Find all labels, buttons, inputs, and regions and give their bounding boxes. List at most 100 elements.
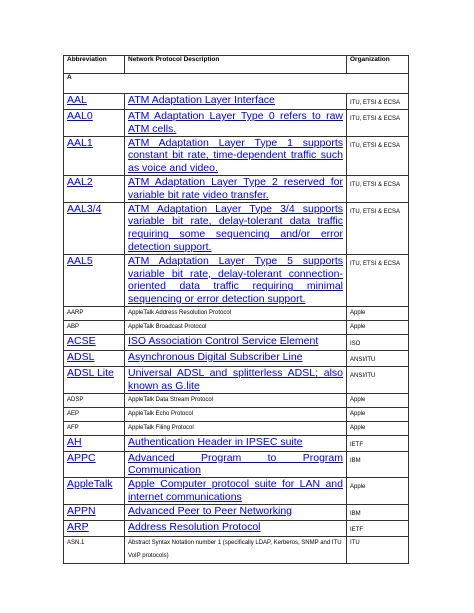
table-row: AAL1 ATM Adaptation Layer Type 1 supports… bbox=[63, 135, 409, 176]
abbreviation-link[interactable]: ACSE bbox=[67, 335, 96, 347]
section-row: A bbox=[63, 73, 409, 94]
description-link[interactable]: ATM Adaptation Layer Interface bbox=[128, 95, 275, 107]
abbreviation-cell: AAL0 bbox=[63, 109, 125, 137]
organization-cell: ANSI/ITU bbox=[346, 349, 409, 367]
abbreviation-cell: AFP bbox=[63, 420, 125, 436]
description-link[interactable]: Apple Computer protocol suite for LAN an… bbox=[128, 479, 343, 503]
description-link[interactable]: Advanced Peer to Peer Networking bbox=[128, 505, 292, 517]
table-row: AppleTalk Apple Computer protocol suite f… bbox=[63, 477, 409, 505]
abbreviation-link[interactable]: AAL1 bbox=[67, 137, 93, 148]
table-row: AAL0 ATM Adaptation Layer Type 0 refers t… bbox=[63, 109, 409, 137]
description-cell: Apple Computer protocol suite for LAN an… bbox=[124, 477, 347, 505]
abbreviation-cell: AAL bbox=[63, 93, 125, 110]
header-organization: Organization bbox=[346, 55, 409, 74]
organization-cell: Apple bbox=[346, 420, 409, 436]
organization-cell: ITU, ETSI & ECSA bbox=[346, 174, 409, 203]
table-row: AAL2 ATM Adaptation Layer Type 2 reserved… bbox=[63, 174, 409, 203]
organization-cell: ITU bbox=[346, 535, 409, 564]
organization-cell: ITU, ETSI & ECSA bbox=[346, 93, 409, 110]
abbreviation-cell: AAL3/4 bbox=[63, 201, 125, 255]
abbreviation-cell: AAL5 bbox=[63, 253, 125, 307]
table-row: AAL3/4 ATM Adaptation Layer Type 3/4 supp… bbox=[63, 201, 409, 255]
abbreviation-cell: AEP bbox=[63, 406, 125, 422]
abbreviation-link[interactable]: AAL5 bbox=[67, 255, 93, 266]
table-row: AAL5 ATM Adaptation Layer Type 5 supports… bbox=[63, 253, 409, 307]
organization-cell: IETF bbox=[346, 434, 409, 452]
abbreviation-link[interactable]: AH bbox=[67, 436, 82, 448]
abbreviation-cell: ACSE bbox=[63, 333, 125, 351]
description-link[interactable]: Authentication Header in IPSEC suite bbox=[128, 436, 303, 448]
organization-cell: ITU, ETSI & ECSA bbox=[346, 135, 409, 176]
table-row: ARP Address Resolution Protocol IETF bbox=[63, 519, 409, 537]
description-cell: Advanced Program to Program Communicatio… bbox=[124, 450, 347, 479]
description-link[interactable]: ATM Adaptation Layer Type 5 supports var… bbox=[128, 255, 343, 305]
description-cell: ISO Association Control Service Element bbox=[124, 333, 347, 351]
table-row: APPC Advanced Program to Program Communic… bbox=[63, 450, 409, 479]
description-link[interactable]: ISO Association Control Service Element bbox=[128, 335, 318, 347]
table-row: ASN.1 Abstract Syntax Notation number 1 (… bbox=[63, 535, 409, 564]
table-row: AEP AppleTalk Echo Protocol Apple bbox=[63, 406, 409, 422]
table-row: AFP AppleTalk Filing Protocol Apple bbox=[63, 420, 409, 436]
description-cell: Universal ADSL and splitterless ADSL; al… bbox=[124, 365, 347, 394]
organization-cell: Apple bbox=[346, 477, 409, 505]
table-row: ADSL Asynchronous Digital Subscriber Line… bbox=[63, 349, 409, 367]
abbreviation-cell: AAL1 bbox=[63, 135, 125, 176]
description-link[interactable]: Asynchronous Digital Subscriber Line bbox=[128, 351, 303, 363]
description-link[interactable]: ATM Adaptation Layer Type 3/4 supports v… bbox=[128, 203, 343, 253]
description-cell: Authentication Header in IPSEC suite bbox=[124, 434, 347, 452]
abbreviation-cell: ADSP bbox=[63, 392, 125, 408]
description-cell: ATM Adaptation Layer Type 1 supports con… bbox=[124, 135, 347, 176]
abbreviation-link[interactable]: ARP bbox=[67, 521, 89, 533]
abbreviation-cell: AARP bbox=[63, 305, 125, 321]
description-link[interactable]: ATM Adaptation Layer Type 1 supports con… bbox=[128, 137, 343, 174]
organization-cell: IBM bbox=[346, 450, 409, 479]
organization-cell: ISO bbox=[346, 333, 409, 351]
description-link[interactable]: Address Resolution Protocol bbox=[128, 521, 261, 533]
description-cell: ATM Adaptation Layer Type 5 supports var… bbox=[124, 253, 347, 307]
description-cell: ATM Adaptation Layer Type 2 reserved for… bbox=[124, 174, 347, 203]
section-letter: A bbox=[63, 73, 409, 94]
organization-cell: IBM bbox=[346, 503, 409, 521]
header-description: Network Protocol Description bbox=[124, 55, 347, 74]
description-cell: Address Resolution Protocol bbox=[124, 519, 347, 537]
abbreviation-link[interactable]: AppleTalk bbox=[67, 479, 113, 491]
abbreviation-cell: APPC bbox=[63, 450, 125, 479]
abbreviation-link[interactable]: APPC bbox=[67, 452, 96, 464]
description-cell: Advanced Peer to Peer Networking bbox=[124, 503, 347, 521]
description-link[interactable]: ATM Adaptation Layer Type 2 reserved for… bbox=[128, 176, 343, 200]
organization-cell: ANSI/ITU bbox=[346, 365, 409, 394]
abbreviation-cell: AppleTalk bbox=[63, 477, 125, 505]
organization-cell: ITU, ETSI & ECSA bbox=[346, 109, 409, 137]
description-link[interactable]: Advanced Program to Program Communicatio… bbox=[128, 452, 343, 476]
header-abbreviation: Abbreviation bbox=[63, 55, 125, 74]
abbreviation-cell: APPN bbox=[63, 503, 125, 521]
description-link[interactable]: ATM Adaptation Layer Type 0 refers to ra… bbox=[128, 110, 343, 134]
abbreviation-link[interactable]: ADSL bbox=[67, 351, 94, 363]
table-row: AARP AppleTalk Address Resolution Protoco… bbox=[63, 305, 409, 321]
description-link[interactable]: Universal ADSL and splitterless ADSL; al… bbox=[128, 367, 343, 391]
organization-cell: Apple bbox=[346, 406, 409, 422]
abbreviation-link[interactable]: ADSL Lite bbox=[67, 367, 114, 379]
protocol-table: Abbreviation Network Protocol Descriptio… bbox=[63, 55, 409, 564]
organization-cell: Apple bbox=[346, 392, 409, 408]
organization-cell: Apple bbox=[346, 305, 409, 321]
description-cell: Asynchronous Digital Subscriber Line bbox=[124, 349, 347, 367]
table-row: ABP AppleTalk Broadcast Protocol Apple bbox=[63, 319, 409, 335]
abbreviation-cell: AAL2 bbox=[63, 174, 125, 203]
description-cell: ATM Adaptation Layer Interface bbox=[124, 93, 347, 110]
abbreviation-cell: ARP bbox=[63, 519, 125, 537]
organization-cell: IETF bbox=[346, 519, 409, 537]
organization-cell: ITU, ETSI & ECSA bbox=[346, 253, 409, 307]
abbreviation-cell: ADSL Lite bbox=[63, 365, 125, 394]
abbreviation-link[interactable]: AAL3/4 bbox=[67, 203, 101, 214]
table-row: APPN Advanced Peer to Peer Networking IBM bbox=[63, 503, 409, 521]
description-cell: AppleTalk Data Stream Protocol bbox=[124, 392, 347, 408]
abbreviation-link[interactable]: AAL0 bbox=[67, 110, 93, 122]
description-cell: ATM Adaptation Layer Type 0 refers to ra… bbox=[124, 109, 347, 137]
abbreviation-link[interactable]: AAL bbox=[67, 95, 87, 107]
organization-cell: Apple bbox=[346, 319, 409, 335]
description-cell: AppleTalk Broadcast Protocol bbox=[124, 319, 347, 335]
description-cell: Abstract Syntax Notation number 1 (speci… bbox=[124, 535, 347, 564]
abbreviation-link[interactable]: AAL2 bbox=[67, 176, 93, 188]
abbreviation-link[interactable]: APPN bbox=[67, 505, 96, 517]
